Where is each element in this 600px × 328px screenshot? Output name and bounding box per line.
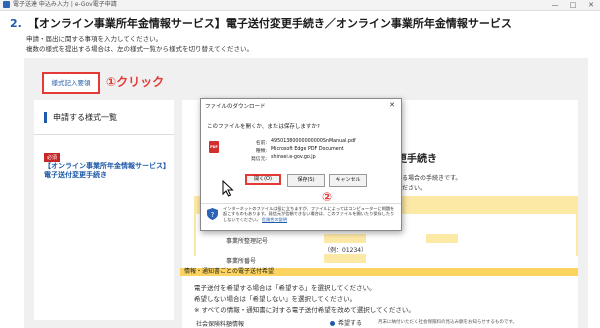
required-badge: 必須 (44, 153, 61, 162)
radio-desire-label: 希望する (338, 320, 363, 327)
dialog-question: このファイルを開くか、または保存しますか? (207, 124, 320, 130)
form-title: 更手続き (397, 154, 437, 165)
step-2-annotation: ② (322, 190, 333, 204)
shield-icon: ? (207, 208, 218, 220)
page-title: 2. 【オンライン事業所年金情報サービス】電子送付変更手続き／オンライン事業所年金… (10, 15, 512, 31)
app-icon (3, 1, 10, 8)
page-title-text: 【オンライン事業所年金情報サービス】電子送付変更手続き／オンライン事業所年金情報… (27, 17, 512, 30)
pdf-file-icon: PDF (209, 141, 219, 153)
instruction-3: ※ すべての情報・通知書に対する電子送付希望を改めて選択してください。 (194, 306, 415, 314)
intro-text-1: 申請・届出に関する事項を入力してください。 (26, 35, 163, 43)
premium-info-label: 社会保険料額情報 (196, 321, 245, 328)
divider (34, 134, 174, 135)
save-button[interactable]: 保存(S) (287, 174, 325, 187)
section-header: 情報・通知書ごとの電子送付希望 (180, 268, 578, 276)
form-list-title: 申請する様式一覧 (44, 112, 117, 123)
download-dialog: ファイルのダウンロード ✕ このファイルを開くか、または保存しますか? PDF … (200, 98, 402, 231)
dialog-title: ファイルのダウンロード (205, 104, 266, 110)
radio-selected-icon (330, 321, 335, 326)
form-link[interactable]: 【オンライン事業所年金情報サービス】電子送付変更手続き (44, 162, 169, 180)
source-label: 発信元: (250, 157, 267, 162)
window-titlebar: 電子送達 申込み入力 | e-Gov電子申請 — □ ✕ (0, 0, 600, 11)
form-list-panel: 申請する様式一覧 必須 【オンライン事業所年金情報サービス】電子送付変更手続き (34, 100, 174, 320)
filename-value: 49501380000000000SnManual.pdf (271, 139, 356, 144)
office-code-input-2[interactable] (426, 234, 458, 243)
warning-body: インターネットのファイルは役に立ちますが、ファイルによってはコンピューターに問題… (223, 206, 395, 222)
svg-text:?: ? (211, 211, 215, 219)
window-title: 電子送達 申込み入力 | e-Gov電子申請 (13, 1, 117, 8)
office-number-label: 事業所番号 (226, 258, 257, 265)
warning-text: インターネットのファイルは役に立ちますが、ファイルによってはコンピューターに問題… (223, 206, 395, 222)
mouse-pointer-icon (222, 180, 234, 197)
page-title-number: 2. (10, 17, 22, 30)
instruction-1: 電子送付を希望する場合は「希望する」を選択してください。 (194, 284, 376, 292)
office-code-input-1[interactable] (324, 234, 366, 243)
minimize-button[interactable]: — (546, 0, 564, 10)
intro-text-2: 複数の様式を提出する場合は、左の様式一覧から様式を切り替えてください。 (26, 45, 253, 53)
dialog-close-button[interactable]: ✕ (389, 101, 395, 109)
cancel-button[interactable]: キャンセル (329, 174, 367, 187)
source-value: shinsei.e-gov.go.jp (271, 155, 316, 160)
open-button[interactable]: 開く(O) (245, 174, 281, 185)
filetype-value: Microsoft Edge PDF Document (271, 147, 344, 152)
close-window-button[interactable]: ✕ (582, 0, 600, 10)
click-annotation-1: ①クリック (106, 75, 165, 89)
form-desc-1: する場合の手続きです。 (396, 175, 462, 182)
instruction-2: 希望しない場合は「希望しない」を選択してください。 (194, 295, 357, 303)
radio-desire[interactable]: 希望する (330, 318, 362, 327)
premium-info-note: 月末に納付いただく社会保険料の見込み額をお知らせするものです。 (378, 320, 517, 325)
filetype-label: 種類: (255, 149, 267, 154)
office-number-input[interactable] (324, 254, 366, 263)
dialog-divider (201, 203, 401, 204)
office-code-label: 事業所整理記号 (226, 238, 269, 245)
filename-label: 名前: (255, 141, 267, 146)
risk-explanation-link[interactable]: 危険性の説明 (262, 217, 287, 222)
office-code-hint: （例：01234） (324, 247, 368, 254)
maximize-button[interactable]: □ (564, 0, 582, 10)
form-guide-button[interactable]: 様式記入要領 (42, 72, 100, 94)
